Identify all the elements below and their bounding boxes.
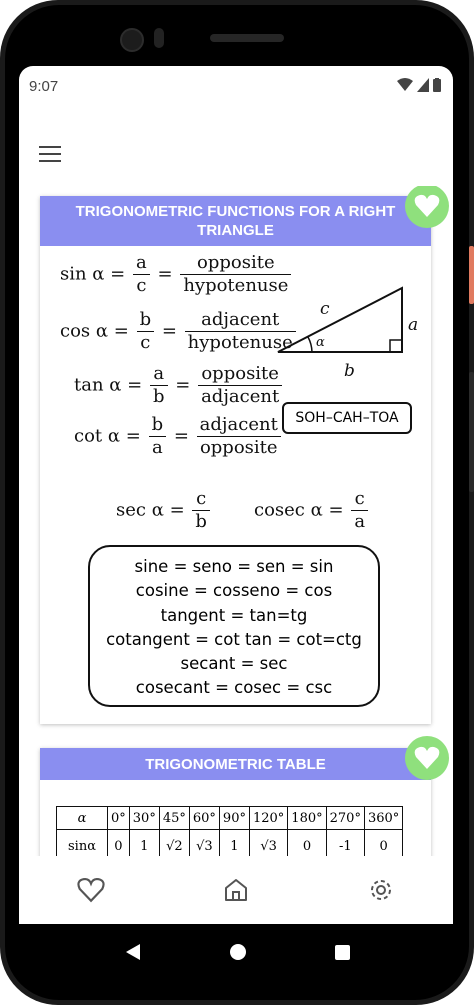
nav-favorites[interactable] xyxy=(71,870,111,910)
back-icon[interactable] xyxy=(124,942,142,962)
triangle-label-b: b xyxy=(344,361,355,381)
nav-home[interactable] xyxy=(216,870,256,910)
table-cell: 360° xyxy=(363,806,404,830)
table-cell: √3 xyxy=(248,829,289,856)
cos-formula: cos α = bc = adjacent hypotenuse xyxy=(60,309,298,354)
table-cell: 1 xyxy=(128,829,160,856)
sin-formula: sin α = ac = opposite hypotenuse xyxy=(60,252,293,297)
system-nav-bar xyxy=(0,924,474,980)
table-cell: √3 xyxy=(188,829,220,856)
table-row-sin: sinα 0 1 √2 √3 1 √3 0 -1 0 xyxy=(56,829,404,856)
table-cell: 90° xyxy=(218,806,250,830)
trig-functions-card: TRIGONOMETRIC FUNCTIONS FOR A RIGHT TRIA… xyxy=(40,196,431,724)
wifi-icon xyxy=(397,78,413,91)
name-line: tangent = tan=tg xyxy=(160,605,308,625)
nav-settings[interactable] xyxy=(361,870,401,910)
heart-icon xyxy=(414,194,440,217)
sec-formula: sec α = cb xyxy=(116,488,212,533)
signal-icon xyxy=(417,78,429,92)
front-camera xyxy=(120,28,144,52)
table-cell: √2 xyxy=(158,829,190,856)
power-button xyxy=(469,246,474,304)
table-cell: 45° xyxy=(158,806,190,830)
status-time: 9:07 xyxy=(29,78,59,95)
cot-formula: cot α = ba = adjacent opposite xyxy=(74,414,283,459)
triangle-label-a: a xyxy=(408,315,418,335)
name-line: secant = sec xyxy=(180,654,288,674)
table-cell: 0 xyxy=(287,829,327,856)
heart-icon xyxy=(414,746,440,769)
cosec-formula: cosec α = ca xyxy=(254,488,370,533)
triangle-label-c: c xyxy=(320,299,330,319)
status-bar: 9:07 xyxy=(19,66,453,106)
status-icons xyxy=(397,78,441,92)
phone-frame: 9:07 TRIGONOMETRIC FUNCTIONS FOR A RIGHT… xyxy=(0,0,474,1005)
hamburger-menu-icon[interactable] xyxy=(39,146,61,164)
function-names-box: sine = seno = sen = sin cosine = cosseno… xyxy=(88,545,380,707)
trig-table: α 0° 30° 45° 60° 90° 120° 180° 270° 360°… xyxy=(56,806,404,856)
card-title: TRIGONOMETRIC TABLE xyxy=(40,748,431,780)
table-header-row: α 0° 30° 45° 60° 90° 120° 180° 270° 360° xyxy=(56,806,404,830)
name-line: cosecant = cosec = csc xyxy=(135,678,333,698)
heart-outline-icon xyxy=(77,877,105,903)
name-line: sine = seno = sen = sin xyxy=(134,557,334,576)
table-cell: 30° xyxy=(128,806,160,830)
right-triangle-diagram: c a b α xyxy=(277,286,418,381)
recents-icon[interactable] xyxy=(334,944,351,961)
table-cell: sinα xyxy=(56,829,108,856)
tan-formula: tan α = ab = opposite adjacent xyxy=(74,363,284,408)
table-cell: 1 xyxy=(218,829,250,856)
table-cell: 60° xyxy=(188,806,220,830)
table-cell: 0 xyxy=(363,829,404,856)
table-cell: 0° xyxy=(107,806,130,830)
table-cell: 270° xyxy=(325,806,365,830)
favorite-button[interactable] xyxy=(405,736,449,780)
trig-table-card: TRIGONOMETRIC TABLE α 0° 30° 45° 60° 90°… xyxy=(40,748,431,856)
table-cell: α xyxy=(56,806,108,830)
gear-icon xyxy=(370,880,391,900)
table-cell: 0 xyxy=(107,829,130,856)
favorite-button[interactable] xyxy=(405,186,449,228)
name-line: cotangent = cot tan = cot=ctg xyxy=(106,629,362,649)
soh-cah-toa-badge: SOH–CAH–TOA xyxy=(282,402,412,434)
table-cell: 180° xyxy=(287,806,327,830)
sensor xyxy=(154,28,164,48)
app-screen: 9:07 TRIGONOMETRIC FUNCTIONS FOR A RIGHT… xyxy=(19,66,453,924)
home-icon xyxy=(224,879,247,901)
triangle-label-alpha: α xyxy=(316,335,325,350)
content-scroll[interactable]: TRIGONOMETRIC FUNCTIONS FOR A RIGHT TRIA… xyxy=(19,186,453,856)
card-title: TRIGONOMETRIC FUNCTIONS FOR A RIGHT TRIA… xyxy=(40,196,431,246)
name-line: cosine = cosseno = cos xyxy=(135,581,333,601)
table-cell: 120° xyxy=(248,806,289,830)
earpiece-speaker xyxy=(210,34,284,42)
battery-icon xyxy=(433,78,441,92)
bottom-nav xyxy=(19,856,453,924)
home-circle-icon[interactable] xyxy=(229,943,247,961)
table-cell: -1 xyxy=(325,829,365,856)
volume-button xyxy=(469,372,474,492)
